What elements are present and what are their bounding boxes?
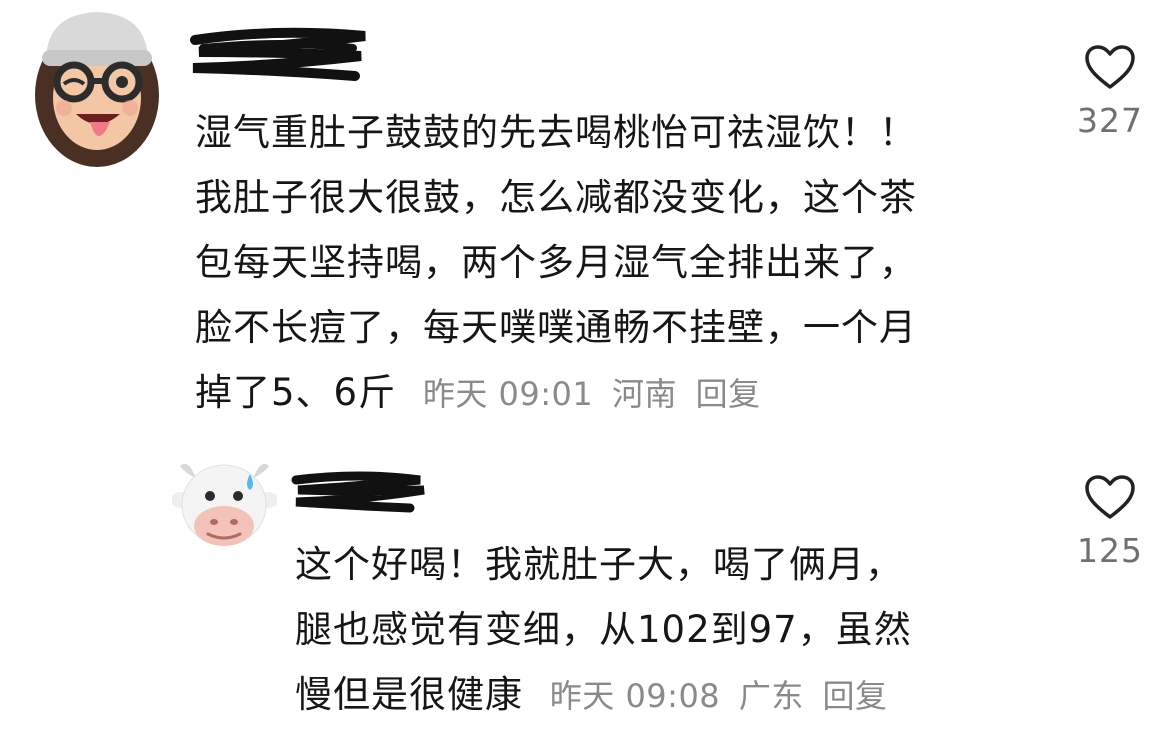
comment-time: 昨天 09:08: [549, 677, 721, 715]
comment-meta: 昨天 09:01 河南 回复: [423, 375, 769, 413]
comment-last-line: 慢但是很健康 昨天 09:08 广东 回复: [295, 662, 1015, 729]
username-redacted: [185, 22, 375, 84]
comment-meta: 昨天 09:08 广东 回复: [550, 677, 896, 715]
comment-line: 腿也感觉有变细，从102到97，虽然: [295, 608, 912, 651]
comment-line: 包每天坚持喝，两个多月湿气全排出来了，: [195, 241, 917, 284]
comment-body: 湿气重肚子鼓鼓的先去喝桃怡可祛湿饮！！ 我肚子很大很鼓，怎么减都没变化，这个茶 …: [195, 100, 1015, 427]
comment-body: 这个好喝！我就肚子大，喝了俩月， 腿也感觉有变细，从102到97，虽然 慢但是很…: [295, 532, 1015, 729]
like-button[interactable]: 125: [1070, 475, 1150, 570]
comment-location: 河南: [611, 375, 677, 413]
comment-last-line: 掉了5、6斤 昨天 09:01 河南 回复: [195, 360, 1015, 427]
comment-line: 掉了5、6斤: [195, 371, 397, 414]
reply-button[interactable]: 回复: [823, 677, 888, 715]
heart-outline-icon: [1070, 45, 1150, 91]
comment-time: 昨天 09:01: [422, 375, 594, 413]
memoji-cow-avatar[interactable]: [172, 460, 277, 555]
username-redacted: [290, 468, 430, 516]
comment-line: 慢但是很健康: [295, 673, 523, 716]
comment-line: 这个好喝！我就肚子大，喝了俩月，: [295, 543, 903, 586]
heart-outline-icon: [1070, 475, 1150, 521]
like-count: 327: [1077, 101, 1143, 140]
comment-line: 我肚子很大很鼓，怎么减都没变化，这个茶: [195, 176, 917, 219]
memoji-woman-avatar[interactable]: [32, 10, 162, 170]
comment-line: 湿气重肚子鼓鼓的先去喝桃怡可祛湿饮！！: [195, 111, 917, 154]
like-count: 125: [1077, 531, 1143, 570]
comment-location: 广东: [738, 677, 804, 715]
like-button[interactable]: 327: [1070, 45, 1150, 140]
reply-button[interactable]: 回复: [696, 375, 761, 413]
comment-line: 脸不长痘了，每天噗噗通畅不挂壁，一个月: [195, 306, 917, 349]
